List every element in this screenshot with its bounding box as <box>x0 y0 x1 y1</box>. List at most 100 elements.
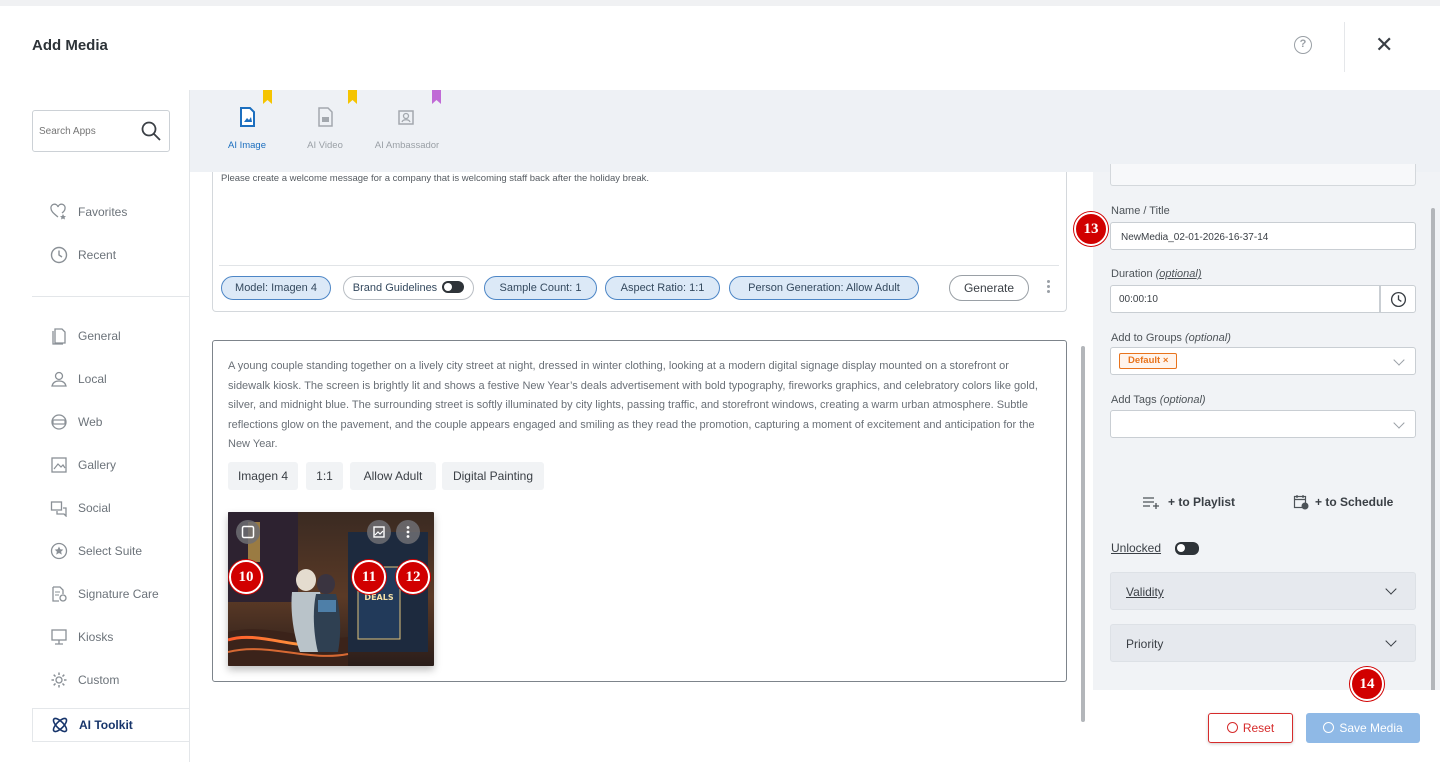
chevron-down-icon[interactable] <box>1393 417 1405 429</box>
groups-optional: (optional) <box>1185 332 1231 344</box>
model-pill[interactable]: Model: Imagen 4 <box>221 276 331 300</box>
help-icon[interactable]: ? <box>1294 36 1312 54</box>
name-title-label: Name / Title <box>1111 205 1170 217</box>
reset-button[interactable]: Reset <box>1208 713 1293 743</box>
add-to-schedule-button[interactable]: + to Schedule <box>1293 494 1393 510</box>
callout-badge-12: 12 <box>396 560 430 594</box>
search-icon[interactable] <box>139 119 163 143</box>
name-title-input[interactable]: NewMedia_02-01-2026-16-37-14 <box>1110 222 1416 250</box>
result-tag: Digital Painting <box>442 462 544 490</box>
image-more-options[interactable] <box>396 520 420 544</box>
chevron-down-icon[interactable] <box>1385 635 1397 647</box>
name-title-value: NewMedia_02-01-2026-16-37-14 <box>1121 232 1269 243</box>
document-icon <box>44 326 74 346</box>
result-tag: Imagen 4 <box>228 462 298 490</box>
sidebar-item-custom[interactable]: Custom <box>32 663 190 697</box>
person-generation-pill[interactable]: Person Generation: Allow Adult <box>729 276 919 300</box>
sidebar-item-kiosks[interactable]: Kiosks <box>32 620 190 654</box>
group-chip-default[interactable]: Default × <box>1119 353 1178 369</box>
validity-accordion[interactable]: Validity <box>1110 572 1416 610</box>
sidebar-item-signature-care[interactable]: Signature Care <box>32 577 190 611</box>
duration-input[interactable]: 00:00:10 <box>1110 285 1380 313</box>
gallery-icon <box>44 455 74 475</box>
select-checkbox[interactable] <box>236 520 260 544</box>
globe-window-icon <box>44 412 74 432</box>
groups-label: Add to Groups (optional) <box>1111 332 1231 344</box>
chat-icon <box>44 498 74 518</box>
tab-label: AI Video <box>307 140 343 151</box>
tab-bar: AI Image AI Video AI Ambassador <box>190 90 1440 172</box>
brand-guidelines-toggle[interactable] <box>442 281 465 293</box>
signature-icon <box>44 584 74 604</box>
prompt-text[interactable]: Please create a welcome message for a co… <box>221 173 649 184</box>
callout-badge-10: 10 <box>229 560 263 594</box>
bookmark-icon <box>348 90 357 104</box>
add-to-schedule-label: + to Schedule <box>1315 495 1394 509</box>
calendar-clock-icon <box>1293 495 1309 510</box>
tab-ai-ambassador[interactable]: AI Ambassador <box>372 90 442 172</box>
close-icon[interactable]: ✕ <box>1375 34 1393 56</box>
tags-select[interactable] <box>1110 410 1416 438</box>
star-circle-icon <box>44 541 74 561</box>
chevron-down-icon[interactable] <box>1385 583 1397 595</box>
sidebar-item-label: Social <box>78 501 111 515</box>
duration-picker-button[interactable] <box>1380 285 1416 313</box>
prompt-box[interactable]: Please create a welcome message for a co… <box>212 172 1067 312</box>
tags-optional: (optional) <box>1159 394 1206 406</box>
sidebar-divider <box>32 296 190 297</box>
more-options-icon[interactable] <box>1043 278 1053 298</box>
callout-badge-14: 14 <box>1350 667 1384 701</box>
sidebar-item-label: Custom <box>78 673 120 687</box>
sidebar-item-recent[interactable]: Recent <box>32 238 190 272</box>
tab-ai-video[interactable]: AI Video <box>290 90 360 172</box>
sidebar-item-ai-toolkit[interactable]: AI Toolkit <box>32 708 190 742</box>
toggle-switch[interactable] <box>1175 542 1199 555</box>
sample-count-pill[interactable]: Sample Count: 1 <box>484 276 597 300</box>
add-to-playlist-button[interactable]: + to Playlist <box>1142 495 1235 509</box>
result-tag: 1:1 <box>306 462 343 490</box>
tags-label-text: Add Tags <box>1111 394 1157 406</box>
tab-ai-image[interactable]: AI Image <box>212 90 282 172</box>
save-media-button[interactable]: Save Media <box>1306 713 1420 743</box>
groups-select[interactable]: Default × <box>1110 347 1416 375</box>
sidebar-item-favorites[interactable]: Favorites <box>32 195 190 229</box>
kiosk-icon <box>44 627 74 647</box>
sidebar-border <box>189 90 190 762</box>
heart-star-icon <box>44 202 74 222</box>
sidebar-item-gallery[interactable]: Gallery <box>32 448 190 482</box>
clock-icon <box>1390 291 1407 308</box>
tags-label: Add Tags (optional) <box>1111 394 1206 406</box>
sidebar-item-general[interactable]: General <box>32 319 190 353</box>
image-file-icon <box>240 107 255 127</box>
sidebar-item-label: Signature Care <box>78 587 159 601</box>
sidebar-item-select-suite[interactable]: Select Suite <box>32 534 190 568</box>
search-input[interactable] <box>39 122 139 140</box>
search-box[interactable] <box>32 110 170 152</box>
chevron-down-icon[interactable] <box>1393 354 1405 366</box>
content-scrollbar[interactable] <box>1081 346 1085 722</box>
result-description: A young couple standing together on a li… <box>228 360 1038 450</box>
sidebar-item-social[interactable]: Social <box>32 491 190 525</box>
unlocked-toggle[interactable] <box>1175 542 1199 556</box>
atom-icon <box>45 715 75 735</box>
reset-icon <box>1226 722 1238 733</box>
set-image-button[interactable] <box>367 520 391 544</box>
video-file-icon <box>318 107 333 127</box>
validity-label: Validity <box>1126 585 1164 599</box>
panel-scrollbar[interactable] <box>1431 208 1435 722</box>
sidebar-item-local[interactable]: Local <box>32 362 190 396</box>
duration-value: 00:00:10 <box>1119 294 1158 305</box>
priority-accordion[interactable]: Priority <box>1110 624 1416 662</box>
duration-label: Duration (optional) <box>1111 268 1202 280</box>
sidebar-item-web[interactable]: Web <box>32 405 190 439</box>
image-icon <box>373 526 385 538</box>
panel-top-field[interactable] <box>1110 164 1416 186</box>
generate-button[interactable]: Generate <box>949 275 1029 301</box>
brand-guidelines-pill[interactable]: Brand Guidelines <box>343 276 474 300</box>
sidebar-item-label: Local <box>78 372 107 386</box>
callout-badge-11: 11 <box>352 560 386 594</box>
sidebar-item-label: Kiosks <box>78 630 114 644</box>
priority-label: Priority <box>1126 637 1164 651</box>
aspect-ratio-pill[interactable]: Aspect Ratio: 1:1 <box>605 276 720 300</box>
save-label: Save Media <box>1339 721 1403 735</box>
